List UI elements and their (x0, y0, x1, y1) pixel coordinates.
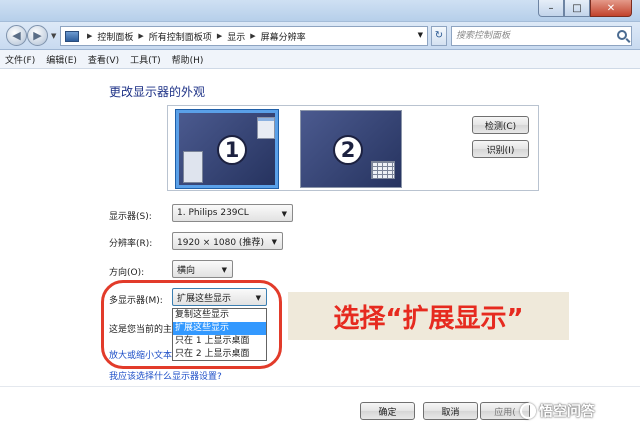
monitor-2[interactable]: 2 (300, 110, 402, 188)
title-bar: – □ ✕ (0, 0, 640, 22)
forward-button[interactable]: ▶ (27, 25, 48, 46)
close-button[interactable]: ✕ (590, 0, 632, 17)
address-bar[interactable]: ▶ 控制面板 ▶ 所有控制面板项 ▶ 显示 ▶ 屏幕分辨率 ▼ (60, 26, 428, 46)
menu-edit[interactable]: 编辑(E) (46, 53, 77, 66)
calculator-thumbnail-icon (371, 161, 395, 179)
resolution-select[interactable]: 1920 × 1080 (推荐) ▼ (172, 232, 283, 250)
window-controls: – □ ✕ (538, 0, 632, 17)
search-placeholder: 搜索控制面板 (456, 31, 511, 41)
orientation-select-value: 横向 (177, 265, 196, 276)
chevron-right-icon[interactable]: ▶ (138, 32, 143, 40)
orientation-select[interactable]: 横向 ▼ (172, 260, 233, 278)
breadcrumb-display[interactable]: 显示 (227, 30, 245, 43)
gadget-thumbnail-icon (183, 151, 203, 183)
display-label: 显示器(S): (109, 212, 152, 222)
refresh-button[interactable]: ↻ (431, 26, 447, 46)
address-toolbar: ◀ ▶ ▼ ▶ 控制面板 ▶ 所有控制面板项 ▶ 显示 ▶ 屏幕分辨率 ▼ ↻ … (0, 22, 640, 50)
display-select-value: 1. Philips 239CL (177, 208, 249, 218)
breadcrumb-all-items[interactable]: 所有控制面板项 (149, 30, 212, 43)
divider (0, 386, 640, 387)
maximize-button[interactable]: □ (564, 0, 590, 17)
back-button[interactable]: ◀ (6, 25, 27, 46)
chevron-right-icon[interactable]: ▶ (87, 32, 92, 40)
cancel-button[interactable]: 取消 (423, 402, 478, 420)
chevron-down-icon[interactable]: ▼ (418, 31, 423, 39)
orientation-label: 方向(O): (109, 268, 145, 278)
refresh-icon: ↻ (434, 30, 444, 41)
menu-file[interactable]: 文件(F) (5, 53, 35, 66)
watermark: 悟空问答 (520, 400, 630, 422)
identify-button[interactable]: 识别(I) (472, 140, 529, 158)
chevron-right-icon[interactable]: ▶ (217, 32, 222, 40)
monitor-1-number: 1 (217, 135, 247, 165)
which-settings-link[interactable]: 我应该选择什么显示器设置? (109, 369, 222, 382)
resolution-select-value: 1920 × 1080 (推荐) (177, 237, 264, 248)
breadcrumb-screen-resolution[interactable]: 屏幕分辨率 (261, 30, 306, 43)
wukong-logo-icon (520, 403, 536, 419)
chevron-down-icon: ▼ (281, 210, 287, 218)
chevron-right-icon[interactable]: ▶ (250, 32, 255, 40)
monitor-2-number: 2 (333, 135, 363, 165)
search-icon[interactable] (617, 30, 627, 40)
window-thumbnail-icon (257, 117, 275, 139)
chevron-down-icon: ▼ (221, 266, 227, 274)
search-input[interactable]: 搜索控制面板 (451, 26, 632, 46)
chevron-down-icon: ▼ (271, 238, 277, 246)
recent-pages-dropdown[interactable]: ▼ (51, 32, 56, 40)
main-content: 更改显示器的外观 1 2 检测(C) 识别(I) 显示器(S): 1. Phil… (0, 70, 640, 429)
page-title: 更改显示器的外观 (109, 85, 206, 99)
arrow-right-icon: ▶ (33, 29, 42, 42)
menu-tools[interactable]: 工具(T) (130, 53, 161, 66)
resolution-label: 分辨率(R): (109, 239, 153, 249)
detect-button[interactable]: 检测(C) (472, 116, 529, 134)
menu-view[interactable]: 查看(V) (88, 53, 119, 66)
annotation-callout: 选择“扩展显示” (288, 292, 569, 340)
breadcrumb-control-panel[interactable]: 控制面板 (97, 30, 133, 43)
display-select[interactable]: 1. Philips 239CL ▼ (172, 204, 293, 222)
minimize-button[interactable]: – (538, 0, 564, 17)
highlight-circle (101, 280, 282, 369)
monitor-1[interactable]: 1 (176, 110, 278, 188)
control-panel-icon (65, 30, 79, 42)
arrow-left-icon: ◀ (12, 29, 21, 42)
ok-button[interactable]: 确定 (360, 402, 415, 420)
menu-bar: 文件(F) 编辑(E) 查看(V) 工具(T) 帮助(H) (0, 50, 640, 69)
watermark-text: 悟空问答 (539, 404, 595, 420)
menu-help[interactable]: 帮助(H) (172, 53, 204, 66)
